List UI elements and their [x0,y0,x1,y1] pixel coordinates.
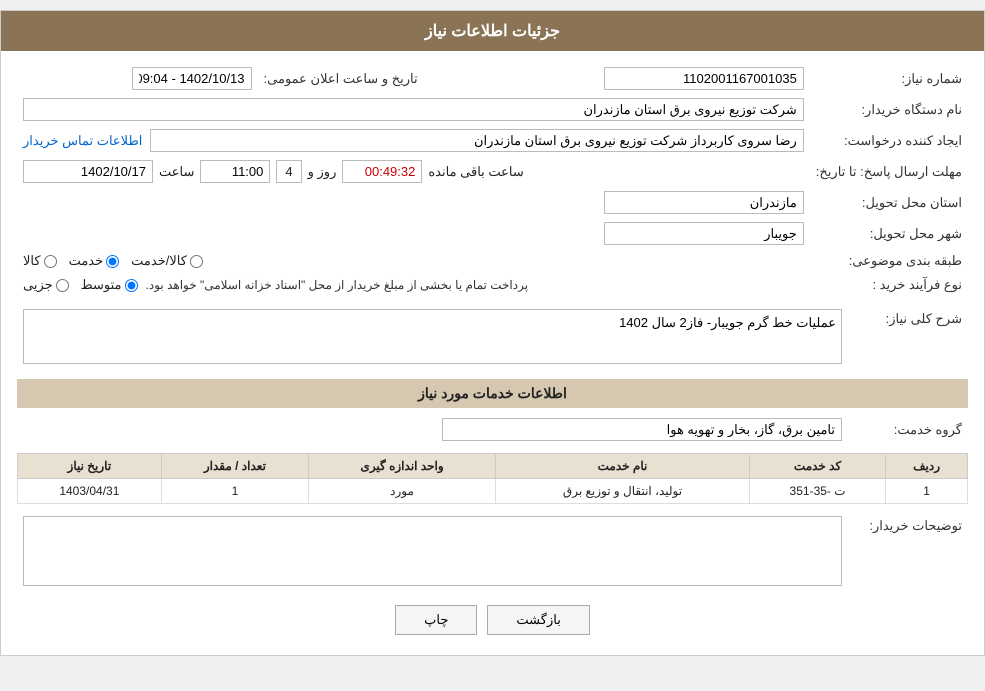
need-description-cell [17,305,848,371]
service-group-row: گروه خدمت: [17,414,968,445]
need-number-input[interactable] [604,67,804,90]
need-number-cell [424,63,810,94]
table-cell-3: مورد [309,479,496,504]
main-container: جزئیات اطلاعات نیاز شماره نیاز: تاریخ و … [0,10,985,656]
response-date-input[interactable] [23,160,153,183]
process-mottavaset-label: متوسط [81,277,122,293]
category-label: طبقه بندی موضوعی: [810,249,968,273]
category-kala-label: کالا [23,253,41,269]
page-title: جزئیات اطلاعات نیاز [1,11,984,51]
back-button[interactable]: بازگشت [487,605,589,635]
need-description-table: شرح کلی نیاز: [17,305,968,371]
table-cell-0: 1 [886,479,968,504]
delivery-province-row: استان محل تحویل: [17,187,968,218]
need-number-label: شماره نیاز: [810,63,968,94]
services-section-header: اطلاعات خدمات مورد نیاز [17,379,968,408]
content-area: شماره نیاز: تاریخ و ساعت اعلان عمومی: نا… [1,51,984,655]
category-kala-khadamat-label: کالا/خدمت [131,253,187,269]
remaining-label: ساعت باقی مانده [428,164,523,180]
col-unit: واحد اندازه گیری [309,454,496,479]
response-deadline-cell: ساعت 4 روز و ساعت باقی مانده [17,156,810,187]
process-note-text: پرداخت تمام یا بخشی از مبلغ خریدار از مح… [146,278,529,292]
table-cell-1: ت -35-351 [749,479,885,504]
table-row: 1ت -35-351تولید، انتقال و توزیع برقمورد1… [18,479,968,504]
table-cell-5: 1403/04/31 [18,479,162,504]
category-khadamat-item: خدمت [69,253,120,269]
buyer-notes-cell [17,512,848,593]
header-title-text: جزئیات اطلاعات نیاز [425,23,560,40]
delivery-city-input[interactable] [604,222,804,245]
category-cell: کالا خدمت کالا/خدمت [17,249,810,273]
process-jozvi-radio[interactable] [56,279,69,292]
buyer-org-row: نام دستگاه خریدار: [17,94,968,125]
delivery-province-cell [17,187,810,218]
col-row-num: ردیف [886,454,968,479]
service-group-label: گروه خدمت: [848,414,968,445]
announcement-datetime-label: تاریخ و ساعت اعلان عمومی: [258,63,424,94]
col-service-code: کد خدمت [749,454,885,479]
category-khadamat-label: خدمت [69,253,104,269]
process-type-row: نوع فرآیند خرید : جزیی متوسط [17,273,968,297]
process-radio-group: جزیی متوسط [23,277,138,293]
response-time-input[interactable] [200,160,270,183]
process-jozvi-item: جزیی [23,277,69,293]
creator-label: ایجاد کننده درخواست: [810,125,968,156]
buyer-notes-label: توضیحات خریدار: [848,512,968,593]
category-khadamat-radio[interactable] [106,255,119,268]
footer-buttons: بازگشت چاپ [17,605,968,635]
contact-link[interactable]: اطلاعات تماس خریدار [23,133,142,149]
services-table-body: 1ت -35-351تولید، انتقال و توزیع برقمورد1… [18,479,968,504]
response-days-value: 4 [276,160,301,183]
creator-row: ایجاد کننده درخواست: اطلاعات تماس خریدار [17,125,968,156]
remaining-input[interactable] [342,160,422,183]
need-description-row: شرح کلی نیاز: [17,305,968,371]
category-row: طبقه بندی موضوعی: کالا خدمت کالا/خدمت [17,249,968,273]
col-need-date: تاریخ نیاز [18,454,162,479]
process-mottavaset-item: متوسط [81,277,138,293]
process-type-cell: جزیی متوسط پرداخت تمام یا بخشی از مبلغ خ… [17,273,810,297]
need-number-row: شماره نیاز: تاریخ و ساعت اعلان عمومی: [17,63,968,94]
category-kala-item: کالا [23,253,57,269]
response-deadline-label: مهلت ارسال پاسخ: تا تاریخ: [810,156,968,187]
service-group-table: گروه خدمت: [17,414,968,445]
response-days-label: روز و [308,164,337,180]
service-group-input[interactable] [442,418,842,441]
delivery-city-label: شهر محل تحویل: [810,218,968,249]
buyer-notes-table: توضیحات خریدار: [17,512,968,593]
buyer-notes-textarea[interactable] [23,516,842,586]
response-deadline-row: مهلت ارسال پاسخ: تا تاریخ: ساعت 4 روز و … [17,156,968,187]
buyer-org-input[interactable] [23,98,804,121]
delivery-province-input[interactable] [604,191,804,214]
print-button[interactable]: چاپ [395,605,477,635]
services-table-header-row: ردیف کد خدمت نام خدمت واحد اندازه گیری ت… [18,454,968,479]
creator-cell: اطلاعات تماس خریدار [17,125,810,156]
service-group-cell [17,414,848,445]
creator-input[interactable] [150,129,803,152]
process-mottavaset-radio[interactable] [125,279,138,292]
response-time-label: ساعت [159,164,194,180]
form-table: شماره نیاز: تاریخ و ساعت اعلان عمومی: نا… [17,63,968,297]
announcement-datetime-input[interactable] [132,67,252,90]
services-data-table: ردیف کد خدمت نام خدمت واحد اندازه گیری ت… [17,453,968,504]
table-cell-4: 1 [161,479,308,504]
table-cell-2: تولید، انتقال و توزیع برق [496,479,750,504]
process-jozvi-label: جزیی [23,277,53,293]
services-table-head: ردیف کد خدمت نام خدمت واحد اندازه گیری ت… [18,454,968,479]
category-kala-khadamat-item: کالا/خدمت [131,253,203,269]
buyer-org-cell [17,94,810,125]
delivery-province-label: استان محل تحویل: [810,187,968,218]
buyer-notes-row: توضیحات خریدار: [17,512,968,593]
need-description-textarea[interactable] [23,309,842,364]
category-kala-radio[interactable] [44,255,57,268]
buyer-org-label: نام دستگاه خریدار: [810,94,968,125]
delivery-city-cell [17,218,810,249]
delivery-city-row: شهر محل تحویل: [17,218,968,249]
col-quantity: تعداد / مقدار [161,454,308,479]
col-service-name: نام خدمت [496,454,750,479]
need-description-label: شرح کلی نیاز: [848,305,968,371]
category-kala-khadamat-radio[interactable] [190,255,203,268]
process-type-label: نوع فرآیند خرید : [810,273,968,297]
category-radio-group: کالا خدمت کالا/خدمت [23,253,804,269]
announcement-datetime-cell [17,63,258,94]
